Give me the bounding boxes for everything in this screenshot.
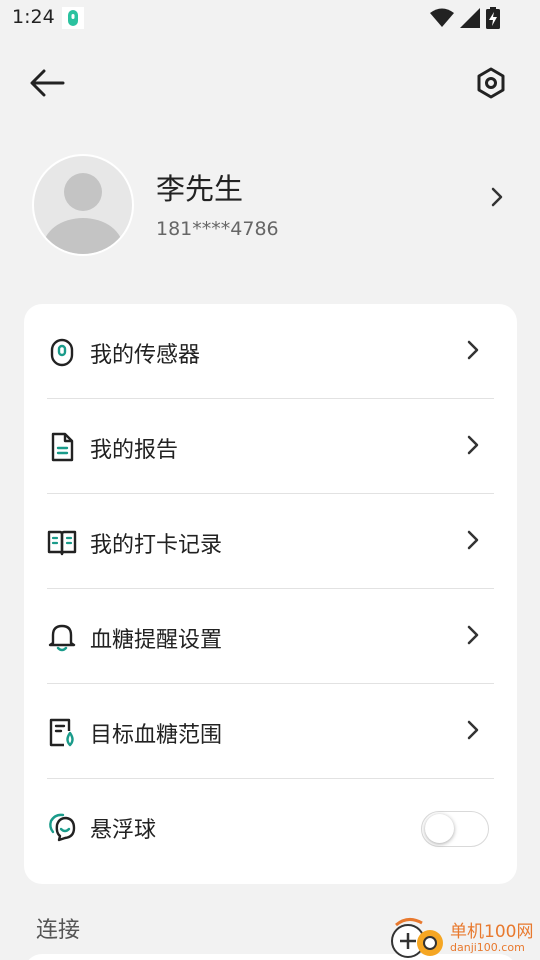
app-notification-icon: [62, 7, 84, 33]
wifi-icon: [430, 8, 454, 32]
sensor-icon: [47, 337, 77, 367]
floating-ball-icon: [47, 812, 77, 842]
menu-item-label: 悬浮球: [90, 818, 157, 843]
hexagon-settings-icon: [474, 66, 508, 104]
menu-item-label: 目标血糖范围: [90, 723, 223, 748]
signal-icon: [460, 8, 480, 32]
chevron-right-icon: [466, 434, 480, 460]
user-name: 李先生: [156, 172, 244, 206]
watermark: 单机100网 danji100.com: [388, 915, 540, 960]
chevron-right-icon: [466, 529, 480, 555]
profile-section[interactable]: 李先生 181****4786: [32, 154, 516, 256]
back-button[interactable]: [22, 62, 72, 108]
menu-card: 我的传感器 我的报告 我的打卡记录 血糖提醒设置 目标血糖范围 悬浮球: [24, 304, 517, 884]
chevron-right-icon: [490, 186, 504, 212]
user-phone: 181****4786: [156, 218, 279, 240]
battery-charging-icon: [486, 7, 500, 33]
status-icons: [430, 7, 500, 33]
menu-item-floating-ball: 悬浮球: [24, 779, 517, 874]
section-title-connect: 连接: [36, 918, 81, 943]
bell-icon: [47, 622, 77, 652]
chevron-right-icon: [466, 624, 480, 650]
watermark-logo-icon: [388, 917, 448, 960]
menu-item-label: 我的报告: [90, 438, 179, 463]
menu-item-label: 我的传感器: [90, 343, 201, 368]
avatar[interactable]: [32, 154, 134, 256]
chevron-right-icon: [466, 719, 480, 745]
menu-item-glucose-reminder[interactable]: 血糖提醒设置: [24, 589, 517, 684]
menu-item-sensor[interactable]: 我的传感器: [24, 304, 517, 399]
status-time: 1:24: [12, 6, 55, 28]
report-document-icon: [47, 432, 77, 462]
chevron-right-icon: [466, 339, 480, 365]
settings-button[interactable]: [466, 60, 516, 110]
glucose-target-icon: [47, 717, 77, 747]
floating-ball-toggle[interactable]: [421, 811, 489, 847]
menu-item-checkin-records[interactable]: 我的打卡记录: [24, 494, 517, 589]
menu-item-target-range[interactable]: 目标血糖范围: [24, 684, 517, 779]
watermark-title: 单机100网: [450, 922, 534, 942]
toggle-knob: [425, 814, 454, 843]
menu-item-label: 血糖提醒设置: [90, 628, 223, 653]
menu-item-report[interactable]: 我的报告: [24, 399, 517, 494]
watermark-url: danji100.com: [450, 941, 525, 954]
arrow-left-icon: [29, 69, 65, 101]
open-book-icon: [47, 527, 77, 557]
status-bar: 1:24: [0, 0, 540, 36]
menu-item-label: 我的打卡记录: [90, 533, 223, 558]
